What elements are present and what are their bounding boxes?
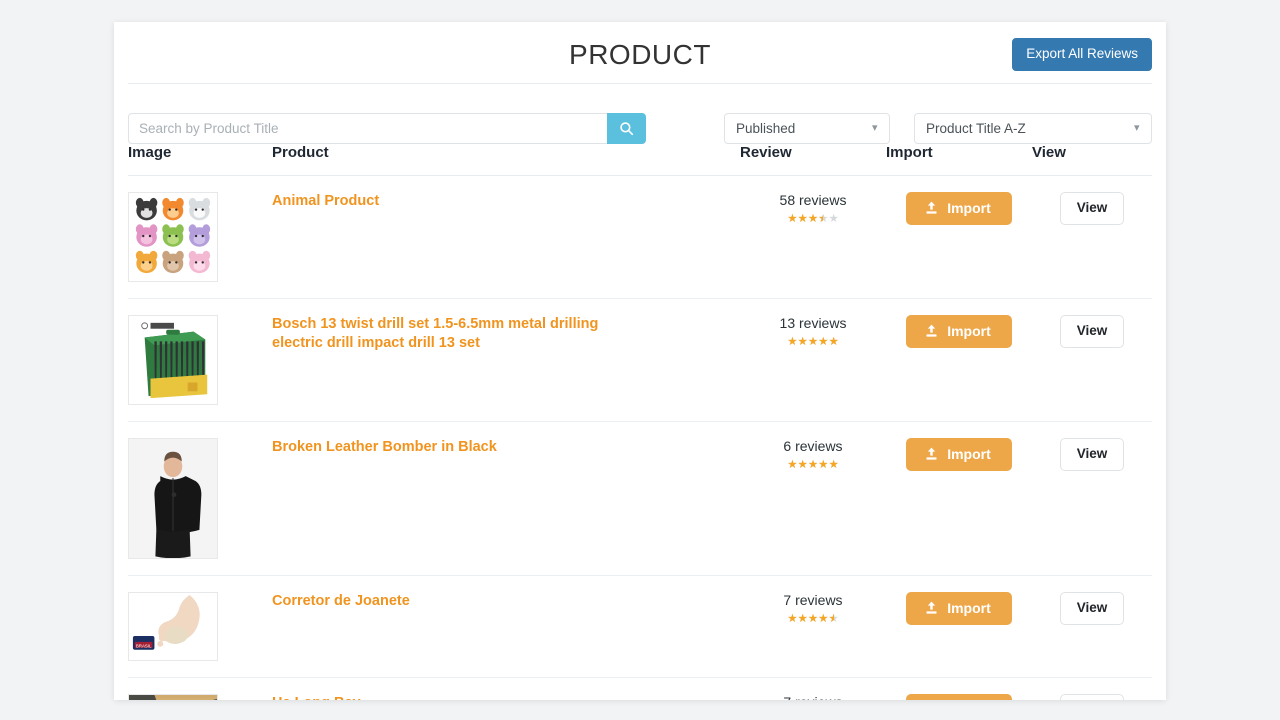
view-cell: View [1032,575,1152,678]
product-image-cell [128,677,272,700]
table-body: Animal Product 58 reviews ★★★★★ ★★★★★ Im… [128,175,1152,700]
import-button-label: Import [947,323,991,339]
import-cell: Import [886,421,1032,577]
table-row: Ha Long Bay 7 reviews ★★★★★ ★★★★★ Import… [128,677,1152,700]
review-count: 13 reviews [779,315,847,331]
review-count: 6 reviews [783,438,843,454]
search-icon [619,121,634,136]
upload-icon [925,447,938,461]
review-count: 7 reviews [783,592,843,609]
view-button[interactable]: View [1059,192,1125,225]
import-cell: Import [886,575,1032,678]
product-title-link[interactable]: Broken Leather Bomber in Black [272,438,497,457]
star-rating: ★★★★★ ★★★★★ [787,336,839,348]
bunion-corrector-foot-thumbnail: BRASIL [128,592,218,661]
product-image-cell [128,175,272,299]
product-image-cell [128,421,272,577]
import-button-label: Import [947,600,991,617]
column-header-image: Image [128,144,272,176]
view-button[interactable]: View [1059,592,1125,625]
column-header-product: Product [272,144,740,176]
product-title-cell: Ha Long Bay [272,677,740,700]
table-header-row: Image Product Review Import View [128,144,1152,176]
black-bomber-jacket-thumbnail [128,438,218,560]
search-button[interactable] [607,113,646,144]
page-header: PRODUCT Export All Reviews [114,22,1166,83]
table-row: Animal Product 58 reviews ★★★★★ ★★★★★ Im… [128,175,1152,299]
status-filter-select[interactable]: Published [724,113,890,144]
review-cell: 58 reviews ★★★★★ ★★★★★ [740,175,886,299]
import-cell: Import [886,677,1032,700]
product-image-cell [128,298,272,422]
import-cell: Import [886,298,1032,422]
star-rating: ★★★★★ ★★★★★ [787,613,839,625]
products-table: Image Product Review Import View Animal … [128,144,1152,700]
product-title-cell: Animal Product [272,175,740,299]
view-cell: View [1032,421,1152,577]
import-button-label: Import [947,200,991,216]
search-input[interactable] [128,113,607,144]
table-row: Bosch 13 twist drill set 1.5-6.5mm metal… [128,298,1152,422]
product-title-link[interactable]: Corretor de Joanete [272,592,410,611]
search-group [128,113,646,144]
review-cell: 7 reviews ★★★★★ ★★★★★ [740,677,886,700]
sort-filter-select[interactable]: Product Title A-Z [914,113,1152,144]
review-count: 58 reviews [779,192,847,208]
bosch-drill-set-thumbnail [128,315,218,405]
table-row: Broken Leather Bomber in Black 6 reviews… [128,421,1152,577]
column-header-view: View [1032,144,1152,176]
product-title-cell: Bosch 13 twist drill set 1.5-6.5mm metal… [272,298,740,422]
product-page-card: PRODUCT Export All Reviews Published ▾ P… [114,22,1166,700]
column-header-import: Import [886,144,1032,176]
product-image-cell: BRASIL [128,575,272,678]
products-table-container: Image Product Review Import View Animal … [114,144,1166,700]
product-title-link[interactable]: Ha Long Bay [272,694,361,700]
upload-icon [925,324,938,338]
product-title-cell: Corretor de Joanete [272,575,740,678]
upload-icon [925,601,938,615]
table-row: BRASIL Corretor de Joanete 7 reviews ★★★… [128,575,1152,678]
view-button[interactable]: View [1059,438,1125,471]
svg-text:BRASIL: BRASIL [136,644,152,649]
star-rating: ★★★★★ ★★★★★ [787,459,839,471]
view-cell: View [1032,677,1152,700]
star-rating-filled: ★★★★★ [787,336,839,348]
ha-long-bay-landscape-thumbnail [128,693,218,700]
star-rating: ★★★★★ ★★★★★ [787,213,839,225]
star-rating-filled: ★★★★★ [787,213,823,225]
table-head: Image Product Review Import View [128,144,1152,176]
import-button[interactable]: Import [906,192,1012,225]
product-title-link[interactable]: Animal Product [272,192,379,211]
view-cell: View [1032,175,1152,299]
import-button[interactable]: Import [906,592,1012,626]
review-cell: 7 reviews ★★★★★ ★★★★★ [740,575,886,678]
view-button[interactable]: View [1059,693,1125,700]
review-count: 7 reviews [740,694,886,700]
import-button[interactable]: Import [906,438,1012,471]
filter-toolbar: Published ▾ Product Title A-Z ▾ [114,92,1166,144]
star-rating-filled: ★★★★★ [787,613,834,626]
product-title-cell: Broken Leather Bomber in Black [272,421,740,577]
review-cell: 13 reviews ★★★★★ ★★★★★ [740,298,886,422]
header-divider [128,83,1152,84]
import-button[interactable]: Import [906,693,1012,700]
review-cell: 6 reviews ★★★★★ ★★★★★ [740,421,886,577]
star-rating-filled: ★★★★★ [787,459,839,471]
export-all-reviews-button[interactable]: Export All Reviews [1012,38,1152,71]
page-title: PRODUCT [569,39,711,70]
view-cell: View [1032,298,1152,422]
upload-icon [925,201,938,215]
import-button-label: Import [947,446,991,462]
import-button[interactable]: Import [906,315,1012,348]
column-header-review: Review [740,144,886,176]
view-button[interactable]: View [1059,315,1125,348]
import-cell: Import [886,175,1032,299]
animal-faces-grid-thumbnail [128,192,218,282]
product-title-link[interactable]: Bosch 13 twist drill set 1.5-6.5mm metal… [272,315,652,353]
